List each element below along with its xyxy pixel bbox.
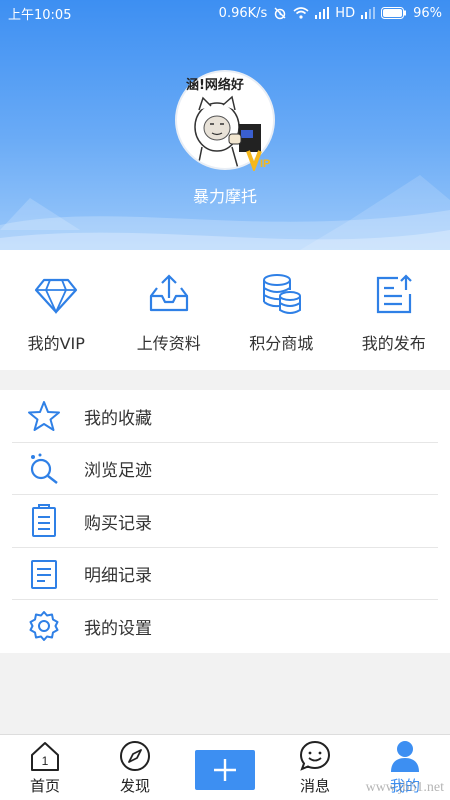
wifi-icon — [293, 7, 309, 19]
quick-item-label: 我的VIP — [27, 334, 85, 353]
coins-stack-icon — [263, 274, 302, 314]
avatar-caption: 涵!网络好 — [186, 78, 244, 93]
home-icon: 1 — [31, 742, 59, 771]
battery-icon — [381, 7, 407, 19]
quick-item-mall[interactable]: 积分商城 — [225, 250, 338, 370]
mountain-decoration — [0, 175, 450, 250]
menu-item-label: 我的收藏 — [84, 408, 152, 429]
quick-item-label: 我的发布 — [361, 334, 426, 353]
plus-button[interactable] — [195, 750, 255, 790]
signal-icon-2 — [361, 7, 376, 19]
tab-publish[interactable] — [180, 735, 270, 800]
menu-item-label: 明细记录 — [84, 566, 152, 587]
tab-discover[interactable]: 发现 — [90, 735, 180, 800]
chat-icon — [299, 740, 331, 771]
menu-item-label: 购买记录 — [84, 513, 152, 534]
menu-item-history[interactable]: 浏览足迹 — [0, 443, 450, 495]
plus-icon — [214, 759, 236, 781]
quick-item-label: 上传资料 — [136, 334, 201, 353]
status-bar: 上午10:05 0.96K/s HD 96% — [0, 0, 450, 26]
menu-item-label: 浏览足迹 — [84, 461, 152, 482]
menu-item-details[interactable]: 明细记录 — [0, 548, 450, 600]
menu-list: 我的收藏 浏览足迹 购买记录 明细记录 我的设置 — [0, 390, 450, 653]
quick-item-vip[interactable]: 我的VIP — [0, 250, 113, 370]
profile-header: 上午10:05 0.96K/s HD 96% 涵!网络好 IP 暴力摩托 — [0, 0, 450, 250]
quick-actions: 我的VIP 上传资料 积分商城 我的发布 — [0, 250, 450, 370]
net-speed: 0.96K/s — [218, 5, 268, 21]
alarm-icon — [273, 6, 287, 20]
tab-label: 首页 — [29, 777, 60, 795]
username: 暴力摩托 — [192, 187, 257, 206]
publish-doc-icon — [376, 274, 412, 314]
document-icon — [31, 559, 57, 589]
menu-item-favorites[interactable]: 我的收藏 — [0, 390, 450, 443]
menu-item-label: 我的设置 — [84, 618, 152, 639]
quick-item-publish[interactable]: 我的发布 — [338, 250, 450, 370]
star-icon — [28, 401, 60, 432]
tab-label: 发现 — [119, 777, 150, 795]
tab-home[interactable]: 1 首页 — [0, 735, 90, 800]
user-icon — [391, 741, 419, 772]
watermark: www.jb51.net — [365, 780, 444, 795]
diamond-icon — [35, 278, 78, 315]
tab-messages[interactable]: 消息 — [270, 735, 360, 800]
magnifier-icon — [30, 453, 58, 484]
quick-item-label: 积分商城 — [249, 334, 314, 353]
menu-item-settings[interactable]: 我的设置 — [0, 600, 450, 653]
quick-item-upload[interactable]: 上传资料 — [113, 250, 226, 370]
home-icon-badge: 1 — [42, 754, 49, 768]
battery-level: 96% — [413, 5, 442, 21]
vip-badge-text: IP — [260, 158, 270, 170]
status-time: 上午10:05 — [8, 7, 72, 23]
signal-hd-label: HD — [335, 5, 356, 21]
gear-icon — [29, 611, 59, 642]
upload-tray-icon — [149, 274, 188, 312]
vip-badge: IP — [246, 145, 276, 173]
menu-item-purchases[interactable]: 购买记录 — [0, 495, 450, 548]
tab-label: 消息 — [299, 777, 330, 795]
clipboard-icon — [32, 504, 56, 538]
compass-icon — [120, 741, 150, 771]
signal-icon — [315, 7, 330, 19]
